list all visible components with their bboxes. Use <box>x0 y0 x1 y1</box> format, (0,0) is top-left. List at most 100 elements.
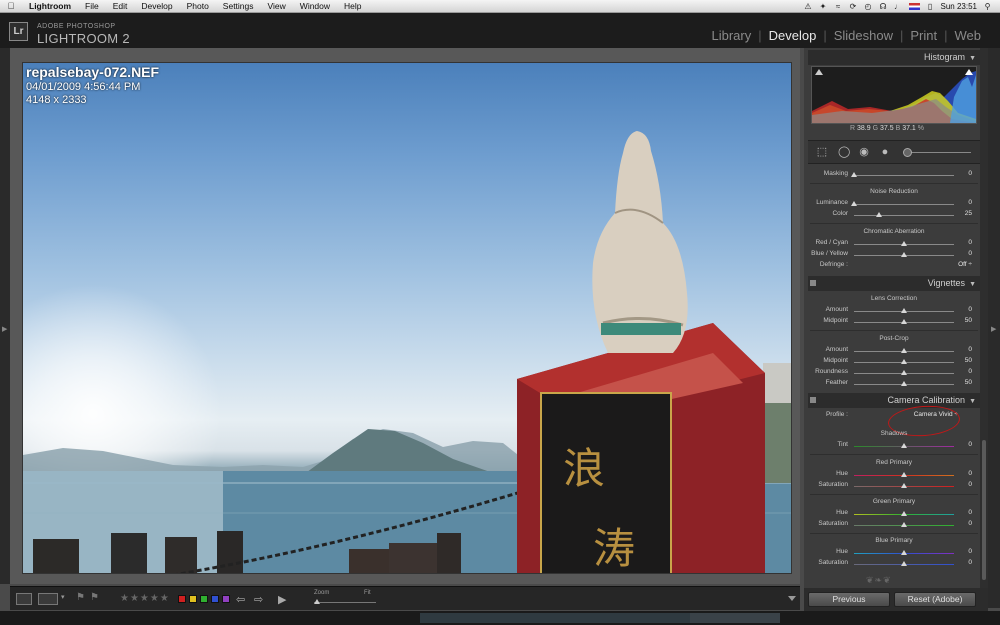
color-label-blue[interactable] <box>211 595 219 603</box>
menu-edit[interactable]: Edit <box>106 0 135 12</box>
slider-handle[interactable] <box>901 308 907 313</box>
slider-handle[interactable] <box>901 381 907 386</box>
slider-handle[interactable] <box>901 252 907 257</box>
slider-blue-yellow[interactable]: Blue / Yellow 0 <box>808 250 980 260</box>
time-machine-icon[interactable]: ◴ <box>864 2 873 11</box>
slider-handle[interactable] <box>901 561 907 566</box>
slider-postcrop-amount[interactable]: Amount 0 <box>808 346 980 356</box>
slider-masking[interactable]: Masking 0 <box>808 170 980 180</box>
spot-removal-icon[interactable]: ◯ <box>838 146 850 158</box>
slider-handle[interactable] <box>901 443 907 448</box>
panel-switch-icon[interactable] <box>810 397 816 403</box>
slider-value[interactable]: 25 <box>950 210 972 217</box>
slider-handle[interactable] <box>851 172 857 177</box>
play-slideshow-icon[interactable]: ▶ <box>278 593 286 606</box>
slider-handle[interactable] <box>901 511 907 516</box>
module-library[interactable]: Library <box>704 28 758 43</box>
slider-handle[interactable] <box>901 319 907 324</box>
slider-handle[interactable] <box>851 201 857 206</box>
filmstrip-thumbnail[interactable] <box>690 613 780 623</box>
slider-green-saturation[interactable]: Saturation 0 <box>808 520 980 530</box>
slider-value[interactable]: 0 <box>950 481 972 488</box>
slider-red-hue[interactable]: Hue 0 <box>808 470 980 480</box>
slider-value[interactable]: 0 <box>950 520 972 527</box>
module-slideshow[interactable]: Slideshow <box>827 28 900 43</box>
menu-photo[interactable]: Photo <box>180 0 216 12</box>
slider-postcrop-roundness[interactable]: Roundness 0 <box>808 368 980 378</box>
flag-reject-icon[interactable]: ⚑ <box>90 592 99 603</box>
slider-handle[interactable] <box>901 472 907 477</box>
slider-value[interactable]: 0 <box>950 509 972 516</box>
filmstrip-thumbnail[interactable] <box>420 613 690 623</box>
next-photo-arrow-icon[interactable]: ⇨ <box>254 593 263 606</box>
spotlight-search-icon[interactable]: ⚲ <box>983 2 992 11</box>
module-print[interactable]: Print <box>903 28 944 43</box>
slider-luminance[interactable]: Luminance 0 <box>808 199 980 209</box>
shadow-clipping-indicator-icon[interactable] <box>815 69 823 75</box>
slider-red-cyan[interactable]: Red / Cyan 0 <box>808 239 980 249</box>
menu-view[interactable]: View <box>261 0 293 12</box>
module-develop[interactable]: Develop <box>762 28 824 43</box>
filmstrip-edge[interactable] <box>0 611 1000 625</box>
vignettes-header[interactable]: Vignettes ▼ <box>808 276 980 291</box>
slider-value[interactable]: 0 <box>950 170 972 177</box>
slider-value[interactable]: 0 <box>950 548 972 555</box>
left-panel-toggle[interactable]: ▶ <box>0 48 10 584</box>
slider-green-hue[interactable]: Hue 0 <box>808 509 980 519</box>
adjustment-brush-icon[interactable]: ● <box>879 146 891 158</box>
slider-lens-amount[interactable]: Amount 0 <box>808 306 980 316</box>
right-panel-toggle[interactable]: ▶ <box>988 48 1000 608</box>
graduated-filter-icon[interactable] <box>903 148 912 157</box>
module-web[interactable]: Web <box>948 28 989 43</box>
color-label-green[interactable] <box>200 595 208 603</box>
previous-photo-arrow-icon[interactable]: ⇦ <box>236 593 245 606</box>
wifi-icon[interactable]: ≈ <box>834 2 843 11</box>
color-label-yellow[interactable] <box>189 595 197 603</box>
slider-value[interactable]: 0 <box>950 368 972 375</box>
slider-handle[interactable] <box>901 483 907 488</box>
photo-preview[interactable]: 浪 涛 <box>22 62 792 574</box>
before-after-dropdown-icon[interactable]: ▾ <box>61 593 65 601</box>
slider-red-saturation[interactable]: Saturation 0 <box>808 481 980 491</box>
toolbar-options-icon[interactable] <box>788 596 796 601</box>
menu-file[interactable]: File <box>78 0 106 12</box>
flag-pick-icon[interactable]: ⚑ <box>76 592 85 603</box>
slider-value[interactable]: 0 <box>950 306 972 313</box>
slider-value[interactable]: 0 <box>950 346 972 353</box>
slider-postcrop-midpoint[interactable]: Midpoint 50 <box>808 357 980 367</box>
previous-button[interactable]: Previous <box>808 592 890 607</box>
slider-handle[interactable] <box>901 550 907 555</box>
menu-help[interactable]: Help <box>337 0 368 12</box>
menu-develop[interactable]: Develop <box>134 0 179 12</box>
slider-value[interactable]: 50 <box>950 317 972 324</box>
bluetooth-icon[interactable]: ✦ <box>819 2 828 11</box>
crop-overlay-icon[interactable]: ⬚ <box>816 146 828 158</box>
slider-handle[interactable] <box>876 212 882 217</box>
slider-blue-saturation[interactable]: Saturation 0 <box>808 559 980 569</box>
slider-postcrop-feather[interactable]: Feather 50 <box>808 379 980 389</box>
slider-track[interactable] <box>854 204 954 205</box>
panel-switch-icon[interactable] <box>810 280 816 286</box>
slider-value[interactable]: 0 <box>950 470 972 477</box>
loupe-view-button[interactable] <box>16 593 32 605</box>
defringe-select[interactable]: Defringe : Off ÷ <box>808 261 980 271</box>
color-label-red[interactable] <box>178 595 186 603</box>
slider-track[interactable] <box>854 175 954 176</box>
slider-shadows-tint[interactable]: Tint 0 <box>808 441 980 451</box>
menubar-clock[interactable]: Sun 23:51 <box>941 2 977 11</box>
slider-value[interactable]: 50 <box>950 379 972 386</box>
highlight-clipping-indicator-icon[interactable] <box>965 69 973 75</box>
camera-calibration-header[interactable]: Camera Calibration ▼ <box>808 393 980 408</box>
menu-settings[interactable]: Settings <box>216 0 261 12</box>
warning-icon[interactable]: ⚠ <box>804 2 813 11</box>
star-rating[interactable]: ★★★★★ <box>120 593 170 604</box>
slider-color[interactable]: Color 25 <box>808 210 980 220</box>
histogram-graph[interactable] <box>811 66 977 124</box>
slider-value[interactable]: 0 <box>950 199 972 206</box>
select-value[interactable]: Off ÷ <box>958 261 972 268</box>
zoom-slider-handle[interactable] <box>314 599 320 604</box>
slider-lens-midpoint[interactable]: Midpoint 50 <box>808 317 980 327</box>
menu-app[interactable]: Lightroom <box>22 0 78 12</box>
red-eye-icon[interactable]: ◉ <box>858 146 870 158</box>
graduated-filter-slider-track[interactable] <box>905 152 971 153</box>
